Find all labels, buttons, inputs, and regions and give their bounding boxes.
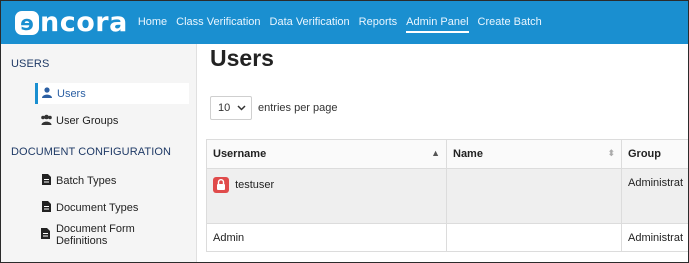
file-icon — [39, 200, 53, 215]
column-header-label: Username — [213, 148, 267, 160]
entries-label: entries per page — [258, 102, 338, 114]
username-text: Admin — [213, 231, 245, 244]
cell-group: Administrat — [621, 223, 688, 252]
sort-icon: ▲ — [431, 148, 440, 158]
file-icon — [39, 227, 53, 242]
nav-reports[interactable]: Reports — [359, 1, 398, 44]
entries-per-page: 10 entries per page — [210, 96, 338, 120]
column-header-group[interactable]: Group — [621, 139, 688, 169]
column-header-label: Name — [453, 148, 483, 160]
cell-username[interactable]: Admin — [206, 223, 447, 252]
cell-group: Administrat — [621, 168, 688, 224]
app-window: ɘ ncora Home Class Verification Data Ver… — [0, 0, 689, 263]
table-row[interactable]: Admin Administrat — [206, 223, 688, 252]
column-header-username[interactable]: Username ▲ — [206, 139, 447, 169]
file-icon — [39, 173, 53, 188]
sidebar-section-users: USERS — [11, 58, 50, 70]
sidebar-item-document-form-definitions[interactable]: Document Form Definitions — [35, 222, 189, 247]
top-navbar: ɘ ncora Home Class Verification Data Ver… — [1, 1, 688, 44]
sidebar-item-label: Document Form Definitions — [55, 222, 135, 247]
users-icon — [39, 114, 53, 128]
username-text: testuser — [235, 178, 275, 191]
page-title: Users — [210, 45, 274, 71]
sidebar-item-label: Users — [57, 87, 86, 100]
entries-select-value: 10 — [218, 102, 231, 114]
nav-admin-panel[interactable]: Admin Panel — [406, 1, 469, 44]
sidebar-section-document-configuration: DOCUMENT CONFIGURATION — [11, 146, 172, 158]
sidebar-item-users[interactable]: Users — [35, 83, 189, 104]
logo-text: ncora — [40, 7, 128, 38]
main-content: Users 10 entries per page Username ▲ Nam… — [198, 44, 688, 262]
column-header-label: Group — [628, 148, 661, 160]
encora-logo[interactable]: ɘ ncora — [15, 1, 128, 44]
nav-data-verification[interactable]: Data Verification — [270, 1, 350, 44]
cell-username[interactable]: testuser — [206, 168, 447, 224]
user-icon — [40, 86, 54, 101]
entries-select[interactable]: 10 — [210, 96, 252, 120]
lock-icon — [213, 177, 229, 193]
sidebar-item-label: User Groups — [56, 114, 119, 127]
chevron-down-icon — [237, 103, 246, 113]
users-table: Username ▲ Name ⬍ Group testuser Adminis… — [206, 139, 688, 252]
table-row[interactable]: testuser Administrat — [206, 168, 688, 224]
nav-class-verification[interactable]: Class Verification — [176, 1, 260, 44]
nav-home[interactable]: Home — [138, 1, 167, 44]
column-header-name[interactable]: Name ⬍ — [446, 139, 622, 169]
sort-icon: ⬍ — [607, 148, 615, 158]
cell-name — [446, 168, 622, 224]
logo-mark: ɘ — [15, 10, 39, 35]
sidebar-item-document-types[interactable]: Document Types — [35, 197, 189, 218]
sidebar-item-label: Batch Types — [56, 174, 117, 187]
nav-links: Home Class Verification Data Verificatio… — [138, 1, 551, 44]
sidebar-item-batch-types[interactable]: Batch Types — [35, 170, 189, 191]
sidebar-item-label: Document Types — [56, 201, 139, 214]
sidebar-item-user-groups[interactable]: User Groups — [35, 110, 189, 131]
sidebar: USERS Users User Groups DOCUMENT CONFIGU… — [1, 44, 197, 262]
nav-create-batch[interactable]: Create Batch — [478, 1, 542, 44]
cell-name — [446, 223, 622, 252]
